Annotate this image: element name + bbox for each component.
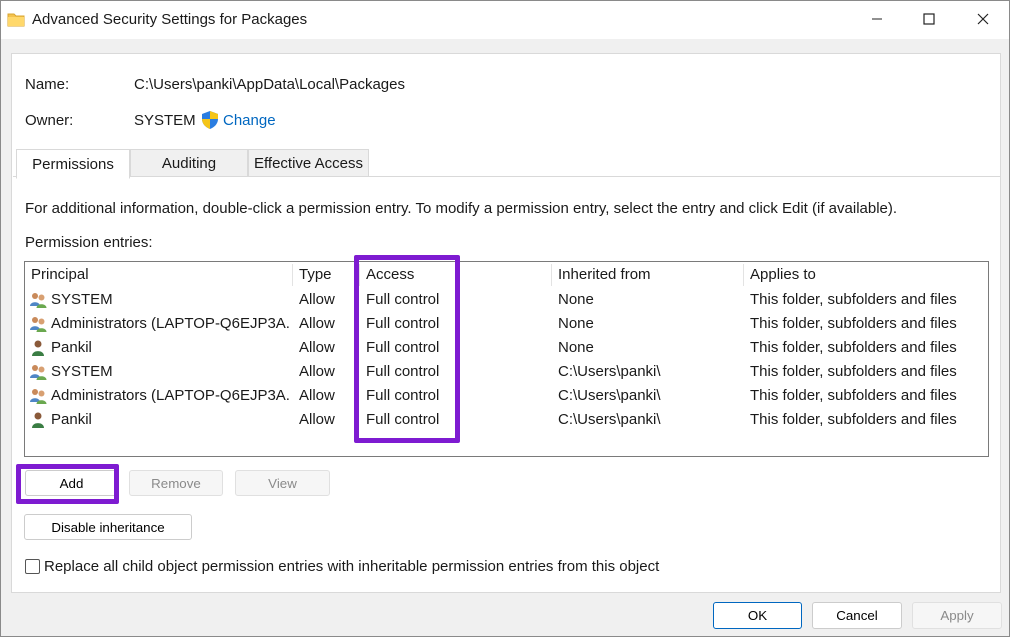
ok-button[interactable]: OK [713, 602, 802, 629]
folder-icon [7, 13, 25, 27]
name-label: Name: [25, 76, 70, 93]
add-button-highlight [16, 464, 119, 504]
replace-child-permissions-checkbox[interactable] [25, 559, 40, 574]
applies-to-cell: This folder, subfolders and files [750, 291, 957, 308]
applies-to-cell: This folder, subfolders and files [750, 411, 957, 428]
table-row[interactable]: Pankil Allow Full control None This folder, … [25, 336, 988, 360]
owner-value: SYSTEM [134, 112, 196, 129]
type-cell: Allow [299, 315, 335, 332]
column-header-inherited-from[interactable]: Inherited from [552, 262, 651, 288]
type-cell: Allow [299, 291, 335, 308]
uac-shield-icon [202, 111, 218, 129]
owner-label: Owner: [25, 112, 74, 129]
table-row[interactable]: Administrators (LAPTOP-Q6EJP3A... Allow Fu… [25, 384, 988, 408]
group-users-icon [29, 315, 47, 333]
tab-auditing[interactable]: Auditing [130, 149, 248, 177]
access-column-highlight [354, 255, 460, 443]
maximize-icon [923, 13, 935, 25]
table-row[interactable]: SYSTEM Allow Full control None This folder, … [25, 288, 988, 312]
principal-cell: Administrators (LAPTOP-Q6EJP3A... [51, 387, 291, 404]
security-settings-window: Advanced Security Settings for Packages … [0, 0, 1010, 637]
type-cell: Allow [299, 411, 335, 428]
column-header-principal[interactable]: Principal [25, 262, 89, 288]
title-bar[interactable]: Advanced Security Settings for Packages [1, 1, 1009, 39]
table-row[interactable]: SYSTEM Allow Full control C:\Users\panki\ Th… [25, 360, 988, 384]
type-cell: Allow [299, 387, 335, 404]
minimize-button[interactable] [851, 1, 903, 37]
group-users-icon [29, 387, 47, 405]
applies-to-cell: This folder, subfolders and files [750, 315, 957, 332]
table-row[interactable]: Pankil Allow Full control C:\Users\panki\ Th… [25, 408, 988, 432]
name-value[interactable]: C:\Users\panki\AppData\Local\Packages [134, 76, 405, 93]
tab-effective-access[interactable]: Effective Access [248, 149, 369, 177]
inherited-from-cell: None [558, 339, 594, 356]
close-icon [977, 13, 989, 25]
type-cell: Allow [299, 339, 335, 356]
inherited-from-cell: None [558, 315, 594, 332]
inherited-from-cell: C:\Users\panki\ [558, 363, 661, 380]
remove-button[interactable]: Remove [129, 470, 223, 496]
info-text: For additional information, double-click… [25, 200, 898, 217]
replace-child-permissions-label[interactable]: Replace all child object permission entr… [44, 558, 659, 575]
main-panel: Name: C:\Users\panki\AppData\Local\Packa… [11, 53, 1001, 593]
window-title: Advanced Security Settings for Packages [32, 11, 308, 28]
view-button[interactable]: View [235, 470, 330, 496]
applies-to-cell: This folder, subfolders and files [750, 363, 957, 380]
cancel-button[interactable]: Cancel [812, 602, 902, 629]
tab-permissions[interactable]: Permissions [16, 149, 130, 179]
column-header-type[interactable]: Type [293, 262, 332, 288]
disable-inheritance-button[interactable]: Disable inheritance [24, 514, 192, 540]
maximize-button[interactable] [903, 1, 955, 37]
minimize-icon [872, 18, 882, 20]
group-users-icon [29, 291, 47, 309]
user-icon [29, 339, 47, 357]
type-cell: Allow [299, 363, 335, 380]
column-header-applies-to[interactable]: Applies to [744, 262, 816, 288]
inherited-from-cell: C:\Users\panki\ [558, 387, 661, 404]
inherited-from-cell: C:\Users\panki\ [558, 411, 661, 428]
group-users-icon [29, 363, 47, 381]
principal-cell: Pankil [51, 339, 92, 356]
applies-to-cell: This folder, subfolders and files [750, 387, 957, 404]
tab-divider [13, 176, 1000, 177]
permission-entries-list[interactable]: Principal Type Access Inherited from App… [24, 261, 989, 457]
inherited-from-cell: None [558, 291, 594, 308]
principal-cell: SYSTEM [51, 363, 113, 380]
applies-to-cell: This folder, subfolders and files [750, 339, 957, 356]
principal-cell: SYSTEM [51, 291, 113, 308]
table-row[interactable]: Administrators (LAPTOP-Q6EJP3A... Allow Fu… [25, 312, 988, 336]
change-owner-link[interactable]: Change [223, 112, 276, 129]
close-button[interactable] [957, 1, 1009, 37]
principal-cell: Pankil [51, 411, 92, 428]
permission-entries-label: Permission entries: [25, 234, 153, 251]
apply-button[interactable]: Apply [912, 602, 1002, 629]
principal-cell: Administrators (LAPTOP-Q6EJP3A... [51, 315, 291, 332]
user-icon [29, 411, 47, 429]
